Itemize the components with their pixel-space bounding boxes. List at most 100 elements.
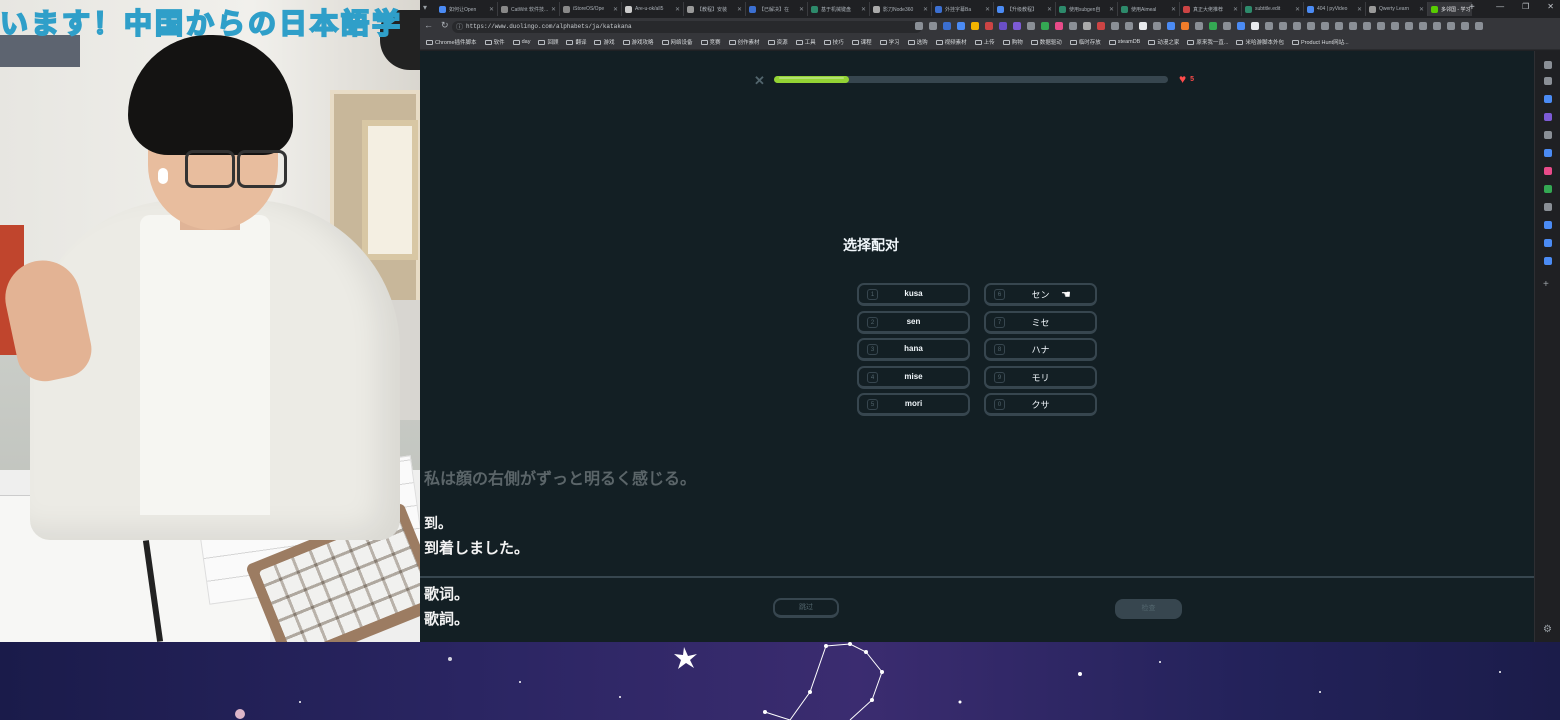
sidebar-icon[interactable] <box>1544 257 1552 265</box>
extension-icon[interactable] <box>1097 22 1105 30</box>
browser-tab[interactable]: Are-u-ok/all5 ✕ <box>622 2 684 16</box>
site-info-icon[interactable]: ⓘ <box>456 22 463 32</box>
close-tab-icon[interactable]: ✕ <box>1419 6 1424 13</box>
match-option-button[interactable]: 4 mise <box>857 365 970 389</box>
bookmark-item[interactable]: steamDB <box>1108 39 1140 45</box>
extension-icon[interactable] <box>1209 22 1217 30</box>
extension-icon[interactable] <box>1321 22 1329 30</box>
browser-tab[interactable]: 【已解决】在 ✕ <box>746 2 808 16</box>
close-tab-icon[interactable]: ✕ <box>489 6 494 13</box>
check-button[interactable]: 检查 <box>1115 599 1182 619</box>
browser-tab[interactable]: 使用Aimeal ✕ <box>1118 2 1180 16</box>
extension-icon[interactable] <box>1349 22 1357 30</box>
extension-icon[interactable] <box>1111 22 1119 30</box>
browser-tab[interactable]: 【教程】安装 ✕ <box>684 2 746 16</box>
extension-icon[interactable] <box>971 22 979 30</box>
close-tab-icon[interactable]: ✕ <box>675 6 680 13</box>
extension-icon[interactable] <box>1419 22 1427 30</box>
close-tab-icon[interactable]: ✕ <box>1047 6 1052 13</box>
browser-tab[interactable]: 如何让Open ✕ <box>436 2 498 16</box>
browser-tab[interactable]: 基于机械键盘 ✕ <box>808 2 870 16</box>
extension-icon[interactable] <box>1335 22 1343 30</box>
close-window-icon[interactable]: ✕ <box>1547 2 1554 11</box>
close-tab-icon[interactable]: ✕ <box>1171 6 1176 13</box>
add-sidebar-icon[interactable]: + <box>1543 279 1549 290</box>
bookmark-item[interactable]: Chrome插件脚本 <box>426 38 477 46</box>
extension-icon[interactable] <box>1405 22 1413 30</box>
bookmark-item[interactable]: 选购 <box>907 38 928 46</box>
bookmark-item[interactable]: 翻译 <box>566 38 586 46</box>
extension-icon[interactable] <box>1433 22 1441 30</box>
extension-icon[interactable] <box>1167 22 1175 30</box>
extension-icon[interactable] <box>999 22 1007 30</box>
sidebar-icon[interactable] <box>1544 185 1552 193</box>
bookmark-item[interactable]: 视频素材 <box>935 38 967 46</box>
sidebar-icon[interactable] <box>1544 239 1552 247</box>
bookmark-item[interactable]: 课程 <box>851 38 872 46</box>
browser-tab[interactable]: 【升级教程】 ✕ <box>994 2 1056 16</box>
extension-icon[interactable] <box>1195 22 1203 30</box>
bookmark-item[interactable]: Product Hunt网站... <box>1291 38 1349 46</box>
extension-icon[interactable] <box>1027 22 1035 30</box>
match-option-button[interactable]: 1 kusa <box>857 283 970 306</box>
extension-icon[interactable] <box>1265 22 1273 30</box>
browser-tab[interactable]: iStoreOS/Ope ✕ <box>560 2 622 16</box>
match-option-button[interactable]: 8 ハナ <box>984 338 1097 361</box>
extension-icon[interactable] <box>1461 22 1469 30</box>
extension-icon[interactable] <box>1223 22 1231 30</box>
sidebar-icon[interactable] <box>1544 95 1552 103</box>
match-option-button[interactable]: 0 クサ <box>984 393 1097 416</box>
match-option-button[interactable]: 2 sen <box>857 310 970 334</box>
browser-tab[interactable]: Qwerty Learn ✕ <box>1366 2 1428 16</box>
extension-icon[interactable] <box>1377 22 1385 30</box>
close-lesson-icon[interactable]: ✕ <box>754 73 765 89</box>
extension-icon[interactable] <box>1055 22 1063 30</box>
extension-icon[interactable] <box>957 22 965 30</box>
new-tab-icon[interactable]: + <box>1469 2 1475 13</box>
tab-search-icon[interactable]: ▾ <box>423 3 427 12</box>
extension-icon[interactable] <box>915 22 923 30</box>
bookmark-item[interactable]: 游戏 <box>594 38 615 46</box>
minimize-icon[interactable]: — <box>1496 2 1504 11</box>
sidebar-icon[interactable] <box>1544 113 1552 121</box>
sidebar-icon[interactable] <box>1544 167 1552 175</box>
gear-icon[interactable]: ⚙ <box>1543 624 1552 635</box>
bookmark-item[interactable]: 学习 <box>879 38 900 46</box>
close-tab-icon[interactable]: ✕ <box>1109 6 1114 13</box>
browser-tab[interactable]: subtitle.edit ✕ <box>1242 2 1304 16</box>
bookmark-item[interactable]: 技巧 <box>823 38 844 46</box>
extension-icon[interactable] <box>1475 22 1483 30</box>
sidebar-icon[interactable] <box>1544 131 1552 139</box>
extension-icon[interactable] <box>1363 22 1371 30</box>
maximize-icon[interactable]: ❐ <box>1522 2 1529 11</box>
reload-icon[interactable]: ↻ <box>441 20 449 31</box>
match-option-button[interactable]: 5 mori <box>857 393 970 416</box>
bookmark-item[interactable]: 资源 <box>767 38 788 46</box>
browser-tab[interactable]: 影刀Node360 ✕ <box>870 2 932 16</box>
browser-tab[interactable]: 使用subgen自 ✕ <box>1056 2 1118 16</box>
match-option-button[interactable]: 7 ミセ <box>984 310 1097 334</box>
extension-icon[interactable] <box>1153 22 1161 30</box>
close-tab-icon[interactable]: ✕ <box>1295 6 1300 13</box>
extension-icon[interactable] <box>1251 22 1259 30</box>
sidebar-icon[interactable] <box>1544 203 1552 211</box>
bookmark-item[interactable]: day <box>512 39 530 45</box>
bookmark-item[interactable]: 回顾 <box>538 38 558 46</box>
bookmark-item[interactable]: 数据驱动 <box>1030 38 1062 46</box>
extension-icon[interactable] <box>985 22 993 30</box>
extension-icon[interactable] <box>1293 22 1301 30</box>
extension-icon[interactable] <box>943 22 951 30</box>
back-icon[interactable]: ← <box>424 20 433 31</box>
extension-icon[interactable] <box>929 22 937 30</box>
bookmark-item[interactable]: 工具 <box>795 38 816 46</box>
extension-icon[interactable] <box>1139 22 1147 30</box>
sidebar-icon[interactable] <box>1544 221 1552 229</box>
bookmark-item[interactable]: 临时存放 <box>1069 38 1101 46</box>
extension-icon[interactable] <box>1125 22 1133 30</box>
extension-icon[interactable] <box>1069 22 1077 30</box>
browser-tab[interactable]: 外挂字幕Ba ✕ <box>932 2 994 16</box>
extension-icon[interactable] <box>1447 22 1455 30</box>
close-tab-icon[interactable]: ✕ <box>1357 6 1362 13</box>
bookmark-item[interactable]: 竞赛 <box>700 38 721 46</box>
bookmark-item[interactable]: 创作素材 <box>728 38 760 46</box>
